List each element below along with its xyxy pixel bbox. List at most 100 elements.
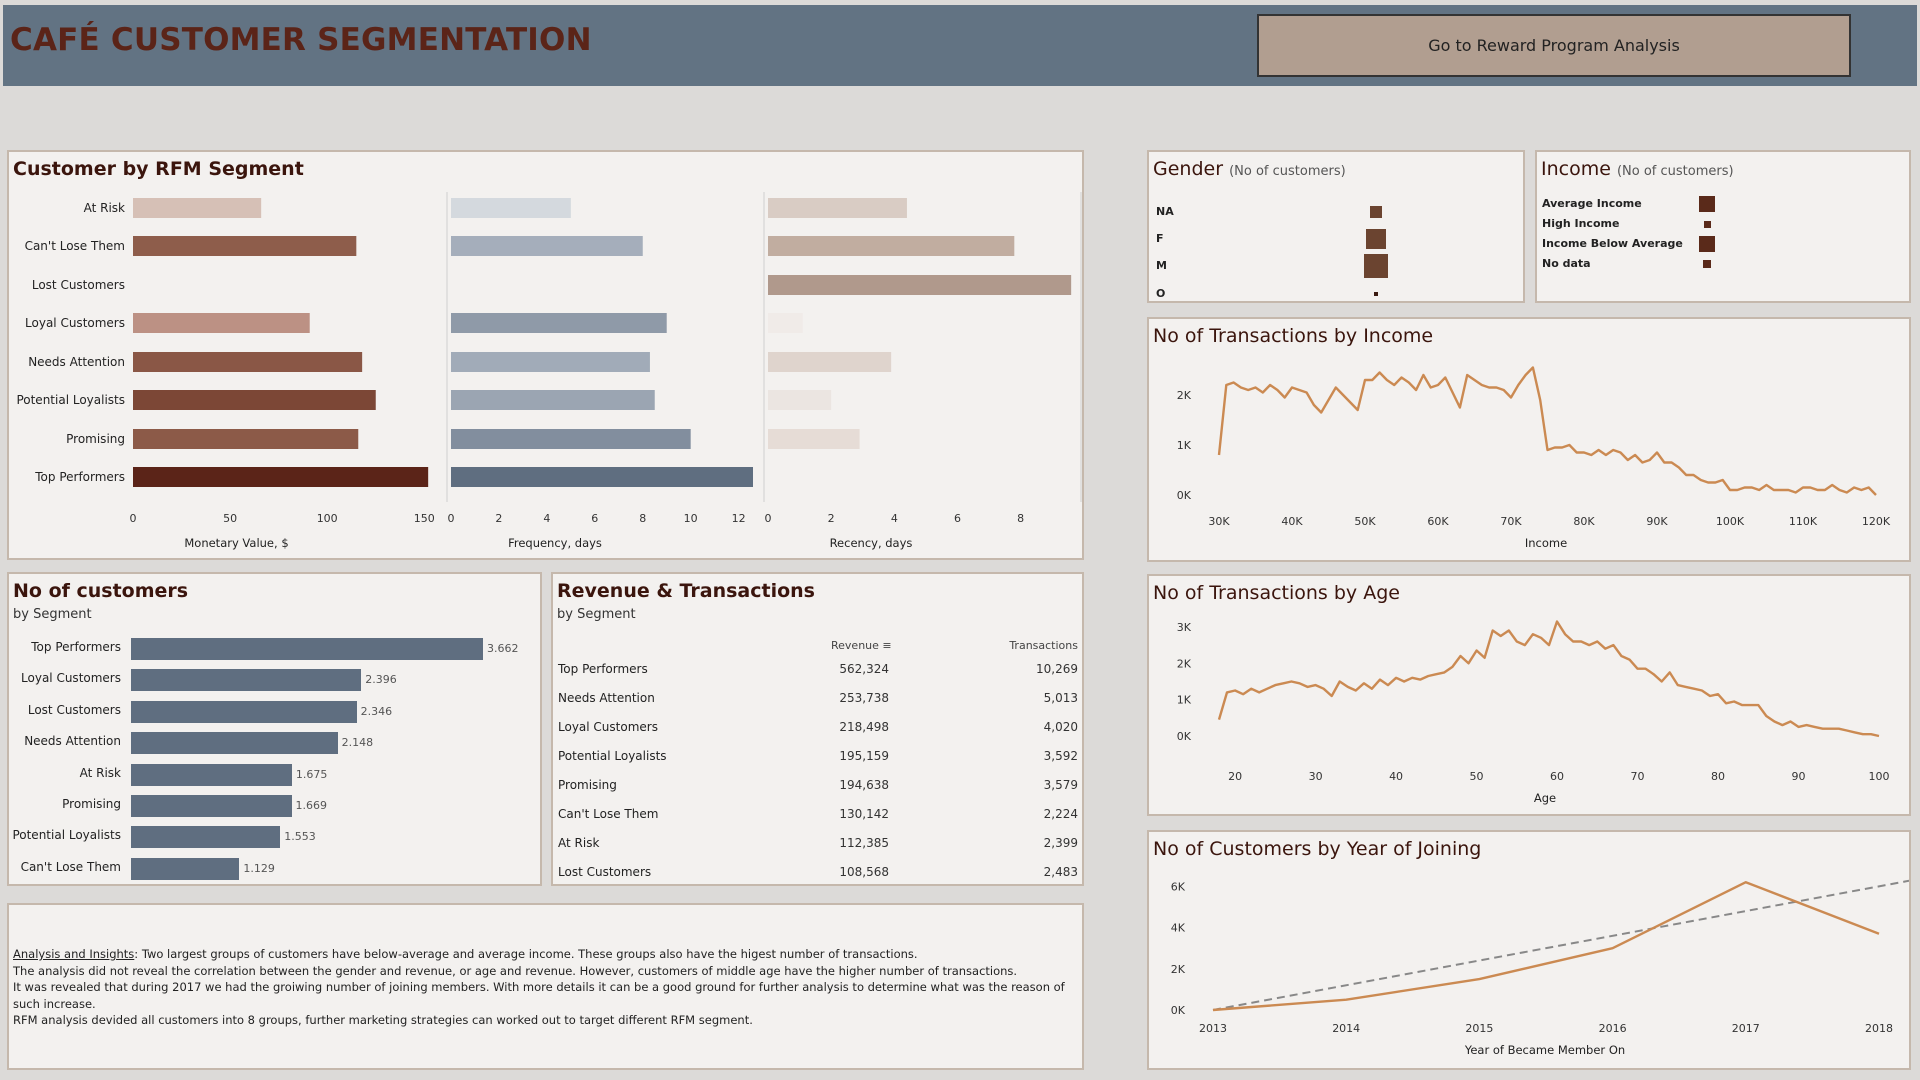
rfm-recency-tick: 0	[765, 512, 772, 525]
insights-line-2: The analysis did not reveal the correlat…	[13, 963, 1018, 978]
customers-by-year-panel: No of Customers by Year of Joining 6K 4K 2…	[1147, 830, 1911, 1070]
rfm-frequency-bar	[451, 429, 691, 449]
y-tick-label: 2K	[1177, 657, 1192, 670]
revenue-table-row[interactable]: At Risk 112,385 2,399	[553, 836, 1082, 856]
y-tick-label: 2K	[1177, 389, 1192, 402]
rfm-segment-panel: Customer by RFM Segment At Risk Can't Los…	[7, 150, 1084, 560]
x-axis-label: Year of Became Member On	[1464, 1043, 1625, 1057]
rfm-recency-tick: 2	[828, 512, 835, 525]
y-tick-label: 4K	[1171, 922, 1186, 935]
rfm-frequency-tick: 12	[732, 512, 746, 525]
revenue-table-row[interactable]: Can't Lose Them 130,142 2,224	[553, 807, 1082, 827]
gender-panel-title: Gender (No of customers)	[1153, 158, 1346, 180]
rfm-frequency-bar	[451, 313, 667, 333]
income-label: No data	[1542, 257, 1591, 270]
customers-segment-label: Loyal Customers	[21, 671, 121, 686]
x-tick-label: 2015	[1465, 1022, 1493, 1035]
revenue-value: 112,385	[839, 836, 889, 850]
x-axis-label: Income	[1525, 536, 1567, 550]
rfm-monetary-bar	[133, 198, 262, 218]
customers-segment-label: At Risk	[79, 765, 121, 780]
customers-panel-subtitle: by Segment	[13, 607, 92, 622]
income-label: Income Below Average	[1542, 237, 1683, 250]
gender-panel: Gender (No of customers) NA F M O	[1147, 150, 1525, 303]
transactions-value: 5,013	[1043, 691, 1078, 705]
insights-line-1: : Two largest groups of customers have b…	[134, 947, 918, 961]
revenue-segment: Top Performers	[558, 662, 648, 676]
dashboard-title: CAFÉ CUSTOMER SEGMENTATION	[10, 22, 592, 58]
rfm-monetary-tick: 50	[223, 512, 237, 525]
reward-program-nav-button[interactable]: Go to Reward Program Analysis	[1257, 14, 1851, 77]
rfm-frequency-bar	[451, 352, 650, 372]
gender-square	[1366, 229, 1386, 249]
revenue-segment: Potential Loyalists	[558, 749, 667, 763]
gender-square	[1374, 292, 1378, 296]
revenue-segment: Can't Lose Them	[558, 807, 659, 821]
rfm-frequency-bar	[451, 467, 753, 487]
customers-value: 2.148	[341, 736, 374, 750]
rfm-recency-axis-label: Recency, days	[830, 536, 913, 550]
x-tick-label: 2018	[1865, 1022, 1893, 1035]
rfm-monetary-tick: 150	[414, 512, 435, 525]
customers-segment-label: Needs Attention	[24, 734, 121, 749]
x-tick-label: 40	[1389, 770, 1403, 783]
revenue-table-row[interactable]: Top Performers 562,324 10,269	[553, 662, 1082, 682]
rfm-frequency-bar	[451, 236, 643, 256]
revenue-table-row[interactable]: Promising 194,638 3,579	[553, 778, 1082, 798]
transactions-value: 4,020	[1043, 720, 1078, 734]
x-tick-label: 120K	[1862, 515, 1891, 528]
customers-value: 1.675	[295, 767, 328, 781]
gender-label: M	[1156, 259, 1167, 272]
insights-heading: Analysis and Insights	[13, 947, 135, 961]
transactions-value: 3,579	[1043, 778, 1078, 792]
rfm-recency-tick: 4	[891, 512, 898, 525]
customers-bar	[131, 795, 292, 817]
x-tick-label: 90	[1792, 770, 1806, 783]
revenue-table-row[interactable]: Lost Customers 108,568 2,483	[553, 865, 1082, 885]
x-tick-label: 100	[1869, 770, 1890, 783]
y-tick-label: 1K	[1177, 439, 1192, 452]
customers-segment-label: Can't Lose Them	[20, 859, 121, 874]
rfm-monetary-bar	[133, 467, 429, 487]
rfm-segment-label: Potential Loyalists	[16, 393, 125, 407]
transactions-value: 2,224	[1043, 807, 1078, 821]
sort-icon[interactable]: ≡	[882, 639, 891, 652]
rfm-recency-bar	[768, 198, 907, 218]
rfm-monetary-axis-label: Monetary Value, $	[184, 536, 288, 550]
transactions-value: 2,483	[1043, 865, 1078, 879]
revenue-segment: Needs Attention	[558, 691, 655, 705]
gender-label: NA	[1156, 205, 1174, 218]
income-label: High Income	[1542, 217, 1620, 230]
x-tick-label: 2016	[1599, 1022, 1627, 1035]
income-square	[1703, 220, 1711, 228]
customers-value: 1.669	[295, 799, 328, 812]
rfm-segment-label: At Risk	[84, 201, 125, 215]
revenue-table-row[interactable]: Needs Attention 253,738 5,013	[553, 691, 1082, 711]
rfm-monetary-tick: 0	[130, 512, 137, 525]
customers-segment-label: Promising	[62, 797, 121, 811]
transactions-value: 10,269	[1036, 662, 1078, 676]
rfm-monetary-bar	[133, 352, 363, 372]
x-tick-label: 2014	[1332, 1022, 1360, 1035]
income-panel-title: Income (No of customers)	[1541, 158, 1734, 180]
transactions-by-age-chart: 3K 2K 1K 0K 20 30 40 50 60 70 80 90 100 Age	[1177, 620, 1890, 805]
revenue-table-row[interactable]: Loyal Customers 218,498 4,020	[553, 720, 1082, 740]
insights-panel: Analysis and Insights: Two largest group…	[7, 903, 1084, 1070]
customers-segment-label: Lost Customers	[27, 702, 121, 717]
transactions-value: 3,592	[1043, 749, 1078, 763]
y-tick-label: 0K	[1177, 730, 1192, 743]
revenue-column-header[interactable]: Revenue ≡	[831, 639, 892, 652]
trend-line	[1212, 879, 1909, 1011]
customers-bar	[131, 732, 338, 755]
rfm-recency-bar	[768, 313, 803, 333]
customers-value: 1.129	[243, 861, 275, 875]
rfm-frequency-axis-label: Frequency, days	[508, 536, 602, 550]
revenue-table-row[interactable]: Potential Loyalists 195,159 3,592	[553, 749, 1082, 769]
rfm-recency-tick: 8	[1017, 512, 1024, 525]
income-square	[1699, 196, 1715, 212]
x-tick-label: 60	[1550, 770, 1564, 783]
rfm-frequency-bar	[451, 198, 571, 218]
series-line	[1212, 881, 1880, 1012]
customers-bar	[131, 669, 362, 692]
rfm-frequency-tick: 10	[684, 512, 698, 525]
